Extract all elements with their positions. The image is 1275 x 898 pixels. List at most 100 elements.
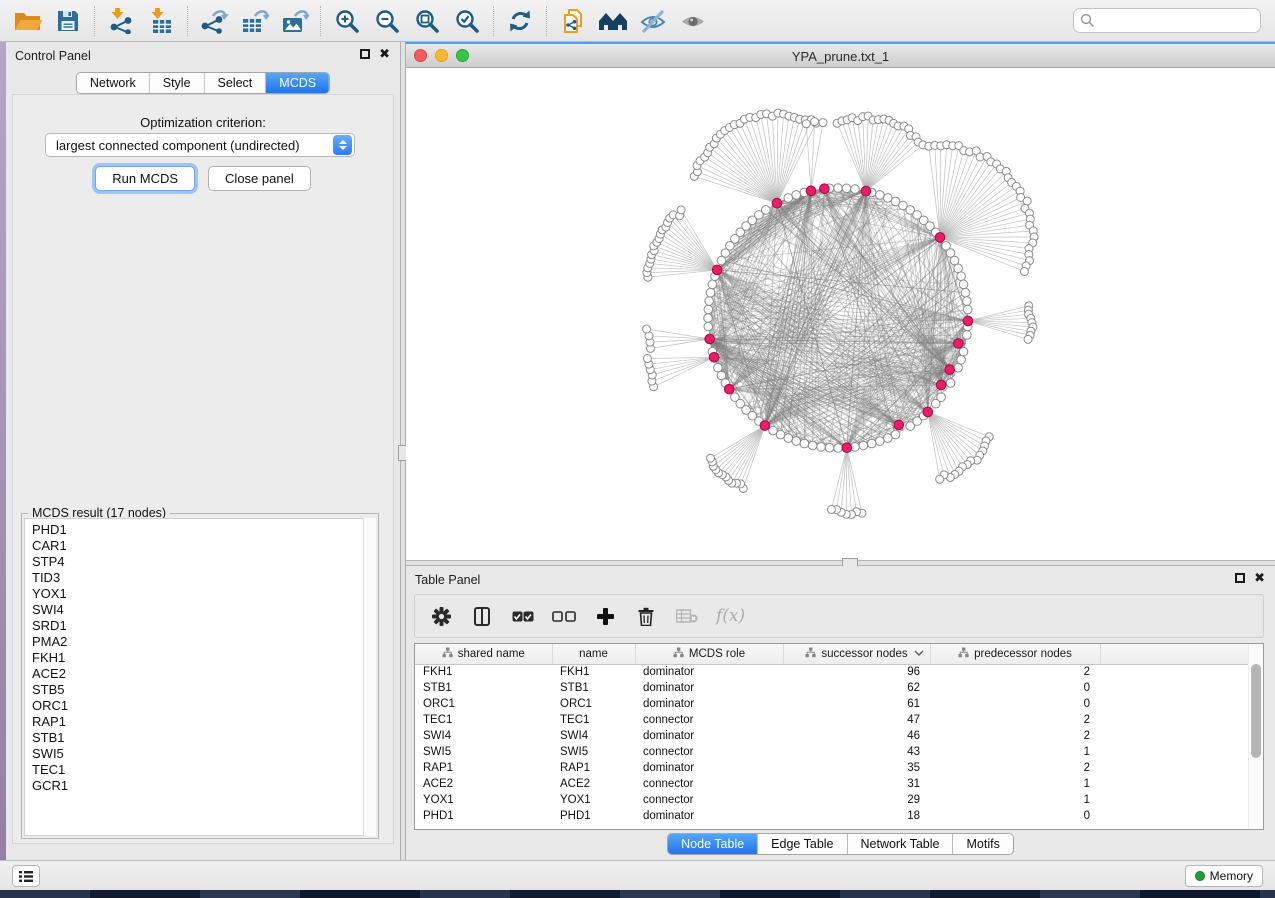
- column-header-name[interactable]: name: [552, 644, 635, 664]
- mcds-hub-node[interactable]: [709, 353, 719, 363]
- network-node[interactable]: [704, 314, 713, 323]
- mcds-hub-node[interactable]: [772, 198, 782, 208]
- leaf-node[interactable]: [819, 119, 827, 127]
- network-canvas[interactable]: [406, 68, 1275, 560]
- mcds-result-item[interactable]: SWI4: [25, 602, 375, 618]
- export-table-button[interactable]: [234, 3, 274, 39]
- tab-node-table[interactable]: Node Table: [668, 834, 758, 854]
- table-row[interactable]: ORC1ORC1dominator610: [415, 696, 1250, 712]
- mcds-result-item[interactable]: TEC1: [25, 762, 375, 778]
- hide-selected-button[interactable]: [633, 3, 673, 39]
- save-session-button[interactable]: [48, 3, 88, 39]
- leaf-node[interactable]: [1020, 268, 1028, 276]
- function-builder-button[interactable]: f(x): [716, 606, 745, 626]
- network-node[interactable]: [705, 297, 714, 306]
- mcds-hub-node[interactable]: [935, 233, 945, 243]
- duplicate-network-button[interactable]: [553, 3, 593, 39]
- table-row[interactable]: STB1STB1dominator620: [415, 680, 1250, 696]
- leaf-node[interactable]: [707, 454, 715, 462]
- network-node[interactable]: [704, 305, 713, 314]
- mcds-result-item[interactable]: YOX1: [25, 586, 375, 602]
- network-node[interactable]: [961, 288, 970, 297]
- table-row[interactable]: PHD1PHD1dominator180: [415, 808, 1250, 824]
- column-header-shared-name[interactable]: shared name: [415, 644, 552, 664]
- mcds-result-item[interactable]: ACE2: [25, 666, 375, 682]
- leaf-node[interactable]: [811, 118, 819, 126]
- network-node[interactable]: [825, 443, 834, 452]
- mcds-hub-node[interactable]: [861, 186, 871, 196]
- mcds-hub-node[interactable]: [820, 184, 830, 194]
- float-panel-icon[interactable]: [1235, 573, 1245, 583]
- open-file-button[interactable]: [8, 3, 48, 39]
- tab-style[interactable]: Style: [150, 73, 205, 93]
- close-panel-icon[interactable]: ✖: [379, 49, 390, 59]
- zoom-fit-button[interactable]: [407, 3, 447, 39]
- network-node[interactable]: [957, 355, 966, 364]
- network-node[interactable]: [959, 280, 968, 289]
- table-scrollbar[interactable]: [1248, 644, 1263, 829]
- network-node[interactable]: [842, 184, 851, 193]
- mcds-hub-node[interactable]: [954, 339, 964, 349]
- network-node[interactable]: [859, 441, 868, 450]
- network-node[interactable]: [769, 426, 778, 435]
- network-node[interactable]: [817, 443, 826, 452]
- show-all-button[interactable]: [673, 3, 713, 39]
- mcds-result-item[interactable]: PHD1: [25, 522, 375, 538]
- network-node[interactable]: [875, 191, 884, 200]
- leaf-node[interactable]: [677, 206, 685, 214]
- network-node[interactable]: [963, 331, 972, 340]
- mcds-result-item[interactable]: CAR1: [25, 538, 375, 554]
- leaf-node[interactable]: [936, 475, 944, 483]
- import-network-button[interactable]: [101, 3, 141, 39]
- column-header-predecessor-nodes[interactable]: predecessor nodes: [930, 644, 1100, 664]
- network-node[interactable]: [808, 441, 817, 450]
- delete-table-button[interactable]: [675, 602, 699, 630]
- mcds-result-item[interactable]: STB1: [25, 730, 375, 746]
- mcds-result-item[interactable]: TID3: [25, 570, 375, 586]
- mcds-hub-node[interactable]: [760, 421, 770, 431]
- tab-mcds[interactable]: MCDS: [266, 73, 329, 93]
- mcds-result-item[interactable]: ORC1: [25, 698, 375, 714]
- network-node[interactable]: [954, 363, 963, 372]
- export-image-button[interactable]: [274, 3, 314, 39]
- mcds-hub-node[interactable]: [705, 334, 715, 344]
- network-node[interactable]: [792, 437, 801, 446]
- network-node[interactable]: [792, 191, 801, 200]
- table-row[interactable]: SWI5SWI5connector431: [415, 744, 1250, 760]
- memory-button[interactable]: Memory: [1185, 865, 1263, 887]
- table-row[interactable]: SWI4SWI4dominator462: [415, 728, 1250, 744]
- network-node[interactable]: [784, 194, 793, 203]
- deselect-all-columns-button[interactable]: [552, 602, 576, 630]
- mcds-hub-node[interactable]: [712, 265, 722, 275]
- table-row[interactable]: RAP1RAP1dominator352: [415, 760, 1250, 776]
- mcds-hub-node[interactable]: [894, 420, 904, 430]
- show-columns-button[interactable]: [470, 602, 494, 630]
- mcds-result-item[interactable]: FKH1: [25, 650, 375, 666]
- leaf-node[interactable]: [643, 354, 651, 362]
- table-settings-button[interactable]: [429, 602, 453, 630]
- mcds-hub-node[interactable]: [842, 443, 852, 453]
- tab-edge-table[interactable]: Edge Table: [758, 834, 847, 854]
- delete-columns-button[interactable]: [634, 602, 658, 630]
- network-node[interactable]: [906, 422, 915, 431]
- network-node[interactable]: [931, 399, 940, 408]
- table-row[interactable]: ACE2ACE2connector311: [415, 776, 1250, 792]
- network-node[interactable]: [731, 393, 740, 402]
- search-input[interactable]: [1073, 8, 1261, 33]
- task-history-button[interactable]: [12, 865, 40, 887]
- network-node[interactable]: [959, 347, 968, 356]
- tab-motifs[interactable]: Motifs: [953, 834, 1012, 854]
- network-node[interactable]: [954, 264, 963, 273]
- network-window-titlebar[interactable]: YPA_prune.txt_1: [406, 44, 1275, 68]
- tab-network-table[interactable]: Network Table: [848, 834, 954, 854]
- network-node[interactable]: [834, 444, 843, 453]
- network-node[interactable]: [800, 439, 809, 448]
- network-node[interactable]: [946, 379, 955, 388]
- table-row[interactable]: FKH1FKH1dominator962: [415, 664, 1250, 680]
- leaf-node[interactable]: [827, 506, 835, 514]
- network-node[interactable]: [957, 272, 966, 281]
- add-column-button[interactable]: [593, 602, 617, 630]
- network-node[interactable]: [963, 305, 972, 314]
- mcds-hub-node[interactable]: [806, 186, 816, 196]
- leaf-node[interactable]: [643, 325, 651, 333]
